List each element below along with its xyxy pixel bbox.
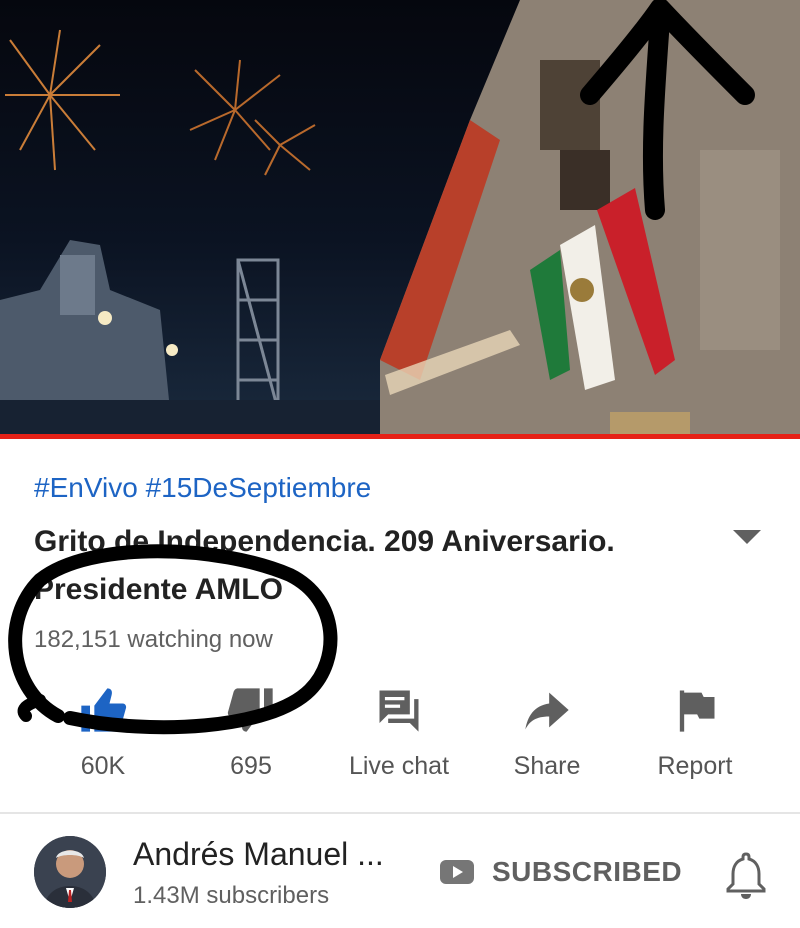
- firework-left: [5, 29, 120, 171]
- dislike-count: 695: [230, 752, 272, 780]
- video-title: Grito de Independencia. 209 Aniversario.…: [34, 525, 615, 606]
- scaffold-tower: [236, 258, 280, 412]
- share-icon: [525, 692, 569, 730]
- expand-description-icon[interactable]: [733, 530, 761, 544]
- hashtags-link[interactable]: #EnVivo #15DeSeptiembre: [34, 472, 371, 504]
- channel-name[interactable]: Andrés Manuel ...: [133, 836, 384, 873]
- report-button[interactable]: Report: [620, 680, 770, 790]
- thumbs-up-icon: [81, 688, 127, 732]
- share-label: Share: [513, 752, 581, 780]
- divider: [0, 812, 800, 814]
- video-player[interactable]: [0, 0, 800, 436]
- like-count: 60K: [80, 752, 126, 780]
- report-label: Report: [657, 752, 733, 780]
- avatar-image: [34, 836, 106, 908]
- flag-icon: [679, 690, 715, 732]
- live-chat-label: Live chat: [348, 752, 450, 780]
- firework-center: [189, 59, 316, 176]
- like-button[interactable]: 60K: [28, 680, 178, 790]
- channel-avatar[interactable]: [34, 836, 106, 908]
- video-progress-bar[interactable]: [0, 434, 800, 439]
- subscribe-label: SUBSCRIBED: [492, 856, 683, 887]
- view-count: 182,151 watching now: [34, 626, 273, 653]
- notification-bell-icon[interactable]: [724, 850, 768, 902]
- action-bar: 60K 695 Live chat Share Report: [0, 680, 800, 790]
- youtube-play-icon: [440, 860, 474, 884]
- video-frame: [0, 0, 800, 436]
- live-chat-button[interactable]: Live chat: [324, 680, 474, 790]
- thumbs-down-icon: [227, 688, 273, 732]
- share-button[interactable]: Share: [472, 680, 622, 790]
- subscriber-count: 1.43M subscribers: [133, 882, 330, 909]
- dislike-button[interactable]: 695: [176, 680, 326, 790]
- live-chat-icon: [379, 690, 419, 732]
